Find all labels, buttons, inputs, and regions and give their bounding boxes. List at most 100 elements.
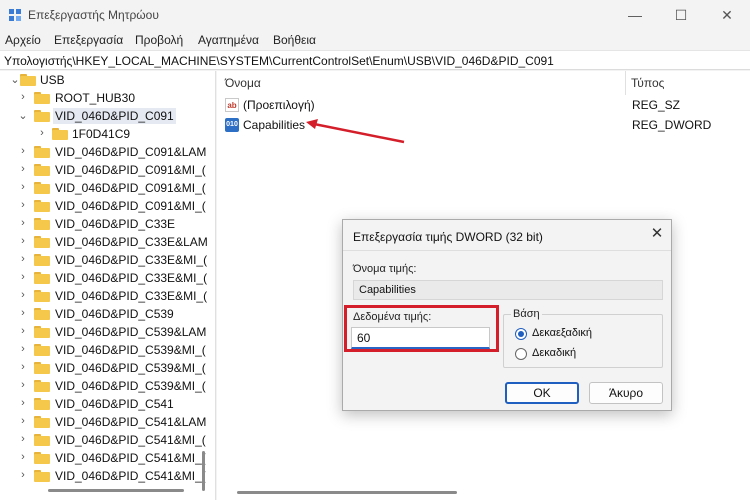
value-type: REG_SZ: [632, 98, 681, 112]
tree-item[interactable]: › VID_046D&PID_C539: [0, 305, 200, 323]
chevron-right-icon[interactable]: ›: [18, 397, 28, 409]
menu-view[interactable]: Προβολή: [135, 33, 183, 47]
chevron-right-icon[interactable]: ›: [18, 325, 28, 337]
tree-item-child[interactable]: › 1F0D41C9: [0, 125, 200, 143]
chevron-right-icon[interactable]: ›: [18, 307, 28, 319]
key-tree[interactable]: ⌄ USB › ROOT_HUB30 ⌄ VID_046D&PID_C091 ›…: [0, 71, 216, 500]
chevron-right-icon[interactable]: ›: [18, 379, 28, 391]
tree-item[interactable]: › VID_046D&PID_C091&MI_(: [0, 161, 206, 179]
chevron-right-icon[interactable]: ›: [18, 199, 28, 211]
tree-item-label: VID_046D&PID_C33E&MI_(: [55, 289, 208, 303]
list-item[interactable]: ab (Προεπιλογή) REG_SZ: [221, 96, 741, 114]
tree-item-label: VID_046D&PID_C541&LAM: [55, 415, 207, 429]
tree-item[interactable]: › VID_046D&PID_C539&MI_(: [0, 341, 206, 359]
menu-file[interactable]: Αρχείο: [5, 33, 41, 47]
list-horizontal-scrollbar[interactable]: [237, 491, 457, 494]
tree-item[interactable]: › VID_046D&PID_C541: [0, 395, 200, 413]
radio-decimal[interactable]: [515, 348, 527, 360]
tree-item[interactable]: › VID_046D&PID_C539&MI_(: [0, 359, 206, 377]
tree-item[interactable]: › VID_046D&PID_C539&MI_(: [0, 377, 206, 395]
tree-horizontal-scrollbar[interactable]: [48, 489, 184, 492]
maximize-button[interactable]: ☐: [658, 0, 704, 30]
tree-item[interactable]: › VID_046D&PID_C091&MI_(: [0, 179, 206, 197]
chevron-right-icon[interactable]: ›: [18, 145, 28, 157]
value-data-label: Δεδομένα τιμής:: [353, 311, 432, 323]
chevron-right-icon[interactable]: ›: [18, 91, 28, 103]
folder-icon: [34, 236, 50, 248]
folder-icon: [34, 470, 50, 482]
menu-edit[interactable]: Επεξεργασία: [54, 33, 123, 47]
chevron-right-icon[interactable]: ›: [18, 415, 28, 427]
radio-hexadecimal[interactable]: [515, 328, 527, 340]
column-header-name[interactable]: Όνομα: [225, 71, 261, 95]
address-bar[interactable]: Υπολογιστής\HKEY_LOCAL_MACHINE\SYSTEM\Cu…: [0, 50, 750, 70]
value-name-field: Capabilities: [353, 280, 663, 300]
tree-item-selected[interactable]: ⌄ VID_046D&PID_C091: [0, 107, 200, 125]
tree-item-label: VID_046D&PID_C539&MI_(: [55, 343, 206, 357]
chevron-right-icon[interactable]: ›: [18, 217, 28, 229]
address-path: Υπολογιστής\HKEY_LOCAL_MACHINE\SYSTEM\Cu…: [4, 54, 554, 68]
chevron-right-icon[interactable]: ›: [37, 127, 47, 139]
minimize-button[interactable]: —: [612, 0, 658, 30]
chevron-right-icon[interactable]: ›: [18, 469, 28, 481]
window-title: Επεξεργαστής Μητρώου: [28, 8, 159, 22]
tree-item-usb[interactable]: ⌄ USB: [0, 71, 200, 89]
tree-item[interactable]: › VID_046D&PID_C33E: [0, 215, 200, 233]
tree-vertical-scrollbar[interactable]: [202, 451, 205, 491]
list-item[interactable]: 010 Capabilities REG_DWORD: [221, 116, 741, 134]
tree-item-label: VID_046D&PID_C091&LAM: [55, 145, 207, 159]
value-name: Capabilities: [243, 118, 306, 132]
tree-item[interactable]: › VID_046D&PID_C541&MI_(: [0, 467, 206, 485]
column-separator[interactable]: [625, 71, 626, 95]
tree-item[interactable]: › VID_046D&PID_C33E&LAM: [0, 233, 208, 251]
tree-item[interactable]: › VID_046D&PID_C541&LAM: [0, 413, 206, 431]
menu-bar: Αρχείο Επεξεργασία Προβολή Αγαπημένα Βοή…: [0, 30, 750, 50]
menu-help[interactable]: Βοήθεια: [273, 33, 316, 47]
tree-item[interactable]: › VID_046D&PID_C539&LAM: [0, 323, 206, 341]
folder-icon: [34, 218, 50, 230]
tree-item-label: VID_046D&PID_C541&MI_(: [55, 451, 206, 465]
menu-favorites[interactable]: Αγαπημένα: [198, 33, 259, 47]
folder-icon: [34, 92, 50, 104]
tree-item[interactable]: › VID_046D&PID_C33E&MI_(: [0, 251, 207, 269]
column-header-type[interactable]: Τύπος: [631, 71, 664, 95]
tree-item[interactable]: › VID_046D&PID_C33E&MI_(: [0, 269, 207, 287]
folder-icon: [34, 398, 50, 410]
chevron-right-icon[interactable]: ›: [18, 163, 28, 175]
chevron-right-icon[interactable]: ›: [18, 235, 28, 247]
chevron-right-icon[interactable]: ›: [18, 181, 28, 193]
radio-hexadecimal-label[interactable]: Δεκαεξαδική: [532, 327, 592, 339]
value-type: REG_DWORD: [632, 118, 712, 132]
string-value-icon: ab: [225, 98, 239, 112]
ok-button[interactable]: OK: [505, 382, 579, 404]
chevron-right-icon[interactable]: ›: [18, 271, 28, 283]
dialog-title: Επεξεργασία τιμής DWORD (32 bit): [353, 230, 543, 244]
chevron-down-icon[interactable]: ⌄: [18, 109, 28, 122]
tree-item[interactable]: › VID_046D&PID_C541&MI_(: [0, 431, 206, 449]
chevron-right-icon[interactable]: ›: [18, 289, 28, 301]
tree-item[interactable]: › VID_046D&PID_C091&MI_(: [0, 197, 206, 215]
close-button[interactable]: ✕: [704, 0, 750, 30]
divider: [343, 250, 671, 251]
tree-item[interactable]: › VID_046D&PID_C33E&MI_(: [0, 287, 207, 305]
tree-item[interactable]: › VID_046D&PID_C091&LAM: [0, 143, 206, 161]
tree-item[interactable]: › VID_046D&PID_C541&MI_(: [0, 449, 206, 467]
chevron-right-icon[interactable]: ›: [18, 343, 28, 355]
chevron-right-icon[interactable]: ›: [18, 433, 28, 445]
folder-icon: [34, 344, 50, 356]
value-data-input[interactable]: [351, 327, 490, 349]
tree-item-label: 1F0D41C9: [72, 127, 131, 141]
folder-icon: [34, 416, 50, 428]
tree-item-label: VID_046D&PID_C33E&LAM: [55, 235, 208, 249]
chevron-down-icon[interactable]: ⌄: [10, 73, 20, 86]
cancel-button[interactable]: Άκυρο: [589, 382, 663, 404]
chevron-right-icon[interactable]: ›: [18, 451, 28, 463]
chevron-right-icon[interactable]: ›: [18, 361, 28, 373]
folder-icon: [34, 182, 50, 194]
edit-dword-dialog: Επεξεργασία τιμής DWORD (32 bit) ✕ Όνομα…: [342, 219, 672, 411]
folder-icon: [34, 380, 50, 392]
chevron-right-icon[interactable]: ›: [18, 253, 28, 265]
tree-item-root-hub[interactable]: › ROOT_HUB30: [0, 89, 200, 107]
radio-decimal-label[interactable]: Δεκαδική: [532, 347, 576, 359]
dialog-close-button[interactable]: ✕: [647, 224, 667, 244]
